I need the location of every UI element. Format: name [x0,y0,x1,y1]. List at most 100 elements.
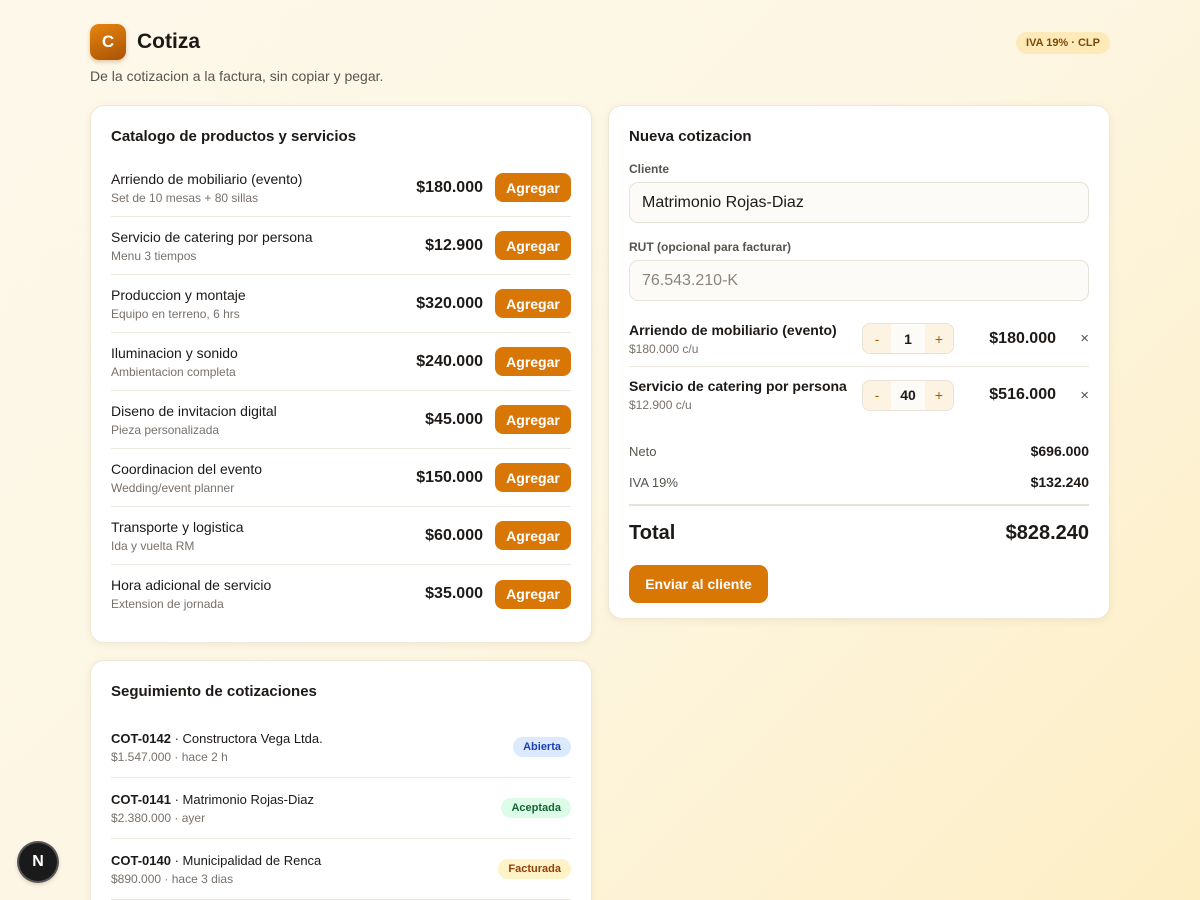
decrease-quantity-button[interactable]: - [863,380,891,410]
quantity-value: 1 [904,330,912,347]
dev-tools-badge[interactable]: N [19,843,57,881]
add-item-button[interactable]: Agregar [495,463,571,492]
catalog-item-desc: Equipo en terreno, 6 hrs [111,306,240,321]
catalog-item-name: Iluminacion y sonido [111,344,238,361]
catalog-item-name: Coordinacion del evento [111,460,262,477]
remove-line-icon[interactable]: × [1056,330,1089,347]
catalog-item-info: Hora adicional de servicio Extension de … [111,577,425,611]
catalog-item-info: Servicio de catering por persona Menu 3 … [111,229,425,263]
brand: C Cotiza [90,24,1110,60]
iva-row: IVA 19% $132.240 [629,474,1089,490]
catalog-title: Catalogo de productos y servicios [111,128,357,145]
quantity-stepper: - 40 + [862,379,954,411]
remove-line-icon[interactable]: × [1056,387,1089,404]
line-item-name: Arriendo de mobiliario (evento) [629,321,837,338]
total-label: Total [629,522,676,544]
catalog-item: Hora adicional de servicio Extension de … [111,565,571,623]
add-item-button[interactable]: Agregar [495,231,571,260]
line-item-total: $180.000 [989,329,1056,347]
catalog-item: Coordinacion del evento Wedding/event pl… [111,449,571,507]
tracking-item[interactable]: COT-0141 · Matrimonio Rojas-Diaz $2.380.… [111,778,571,839]
catalog-item-price: $12.900 [425,236,483,254]
tracking-item-title: COT-0140 · Municipalidad de Renca [111,853,498,868]
line-item-unit-price: $180.000 c/u [629,341,699,356]
send-to-client-button[interactable]: Enviar al cliente [629,565,768,603]
iva-label: IVA 19% [629,474,678,490]
catalog-item-name: Produccion y montaje [111,286,246,303]
rut-input[interactable] [629,260,1089,301]
quote-title: Nueva cotizacion [629,128,752,145]
catalog-item-desc: Menu 3 tiempos [111,248,197,263]
client-label: Cliente [629,162,670,176]
quote-meta: $2.380.000 · ayer [111,810,206,825]
catalog-item-price: $320.000 [416,294,483,312]
catalog-item: Iluminacion y sonido Ambientacion comple… [111,333,571,391]
catalog-item-price: $180.000 [416,178,483,196]
neto-value: $696.000 [1030,443,1089,459]
add-item-button[interactable]: Agregar [495,347,571,376]
catalog-item-desc: Ambientacion completa [111,364,236,379]
catalog-item-desc: Wedding/event planner [111,480,235,495]
add-item-button[interactable]: Agregar [495,173,571,202]
client-input[interactable] [629,182,1089,223]
catalog-item-info: Iluminacion y sonido Ambientacion comple… [111,345,416,379]
catalog-item-info: Transporte y logistica Ida y vuelta RM [111,519,425,553]
add-item-button[interactable]: Agregar [495,579,571,609]
tracking-list: COT-0142 · Constructora Vega Ltda. $1.54… [111,717,571,900]
catalog-list: Arriendo de mobiliario (evento) Set de 1… [111,159,571,623]
catalog-item: Transporte y logistica Ida y vuelta RM $… [111,507,571,565]
catalog-item-desc: Extension de jornada [111,597,224,611]
tracking-item-info: COT-0142 · Constructora Vega Ltda. $1.54… [111,731,513,764]
quote-meta: $1.547.000 · hace 2 h [111,749,228,764]
tracking-item[interactable]: COT-0142 · Constructora Vega Ltda. $1.54… [111,717,571,778]
tracking-item-title: COT-0142 · Constructora Vega Ltda. [111,731,513,746]
increase-quantity-button[interactable]: + [925,380,953,410]
catalog-item: Arriendo de mobiliario (evento) Set de 1… [111,159,571,217]
line-item-info: Servicio de catering por persona $12.900… [629,378,862,412]
quote-meta: $890.000 · hace 3 dias [111,871,234,886]
catalog-item-price: $35.000 [425,585,483,602]
add-item-button[interactable]: Agregar [495,289,571,318]
quote-client: · Constructora Vega Ltda. [170,730,323,746]
tracking-item-info: COT-0141 · Matrimonio Rojas-Diaz $2.380.… [111,792,501,825]
quote-client: · Matrimonio Rojas-Diaz [170,791,315,807]
quote-id: COT-0141 [111,791,171,807]
status-badge: Facturada [498,859,571,879]
quote-client: · Municipalidad de Renca [170,852,322,868]
catalog-item-price: $150.000 [416,468,483,486]
tracking-card: Seguimiento de cotizaciones COT-0142 · C… [90,660,592,900]
increase-quantity-button[interactable]: + [925,324,953,353]
line-item-name: Servicio de catering por persona [629,378,847,394]
quantity-value: 40 [900,387,916,403]
iva-currency-badge: IVA 19% · CLP [1016,32,1110,54]
neto-row: Neto $696.000 [629,443,1089,459]
app-tagline: De la cotizacion a la factura, sin copia… [90,68,384,84]
catalog-item-info: Coordinacion del evento Wedding/event pl… [111,461,416,495]
catalog-item-price: $45.000 [425,410,483,428]
catalog-item-price: $240.000 [416,352,483,370]
catalog-item-info: Produccion y montaje Equipo en terreno, … [111,287,416,321]
add-item-button[interactable]: Agregar [495,405,571,434]
tracking-item[interactable]: COT-0140 · Municipalidad de Renca $890.0… [111,839,571,900]
quote-line-item: Servicio de catering por persona $12.900… [629,367,1089,423]
total-row: Total $828.240 [629,522,1089,545]
catalog-item-desc: Ida y vuelta RM [111,538,195,553]
catalog-card: Catalogo de productos y servicios Arrien… [90,105,592,643]
catalog-item-info: Diseno de invitacion digital Pieza perso… [111,403,425,437]
catalog-item: Servicio de catering por persona Menu 3 … [111,217,571,275]
catalog-item-name: Diseno de invitacion digital [111,402,277,419]
rut-label: RUT (opcional para facturar) [629,240,792,254]
tracking-item-info: COT-0140 · Municipalidad de Renca $890.0… [111,853,498,886]
quote-card: Nueva cotizacion Cliente RUT (opcional p… [608,105,1110,619]
total-divider [629,504,1089,506]
catalog-item-price: $60.000 [425,526,483,544]
quote-line-item: Arriendo de mobiliario (evento) $180.000… [629,311,1089,367]
catalog-item-name: Hora adicional de servicio [111,577,272,593]
quantity-stepper: - 1 + [862,323,954,354]
add-item-button[interactable]: Agregar [495,521,571,550]
iva-value: $132.240 [1030,474,1089,490]
catalog-item: Produccion y montaje Equipo en terreno, … [111,275,571,333]
app-logo: C [90,24,126,60]
decrease-quantity-button[interactable]: - [863,324,891,353]
quote-id: COT-0140 [111,852,171,868]
